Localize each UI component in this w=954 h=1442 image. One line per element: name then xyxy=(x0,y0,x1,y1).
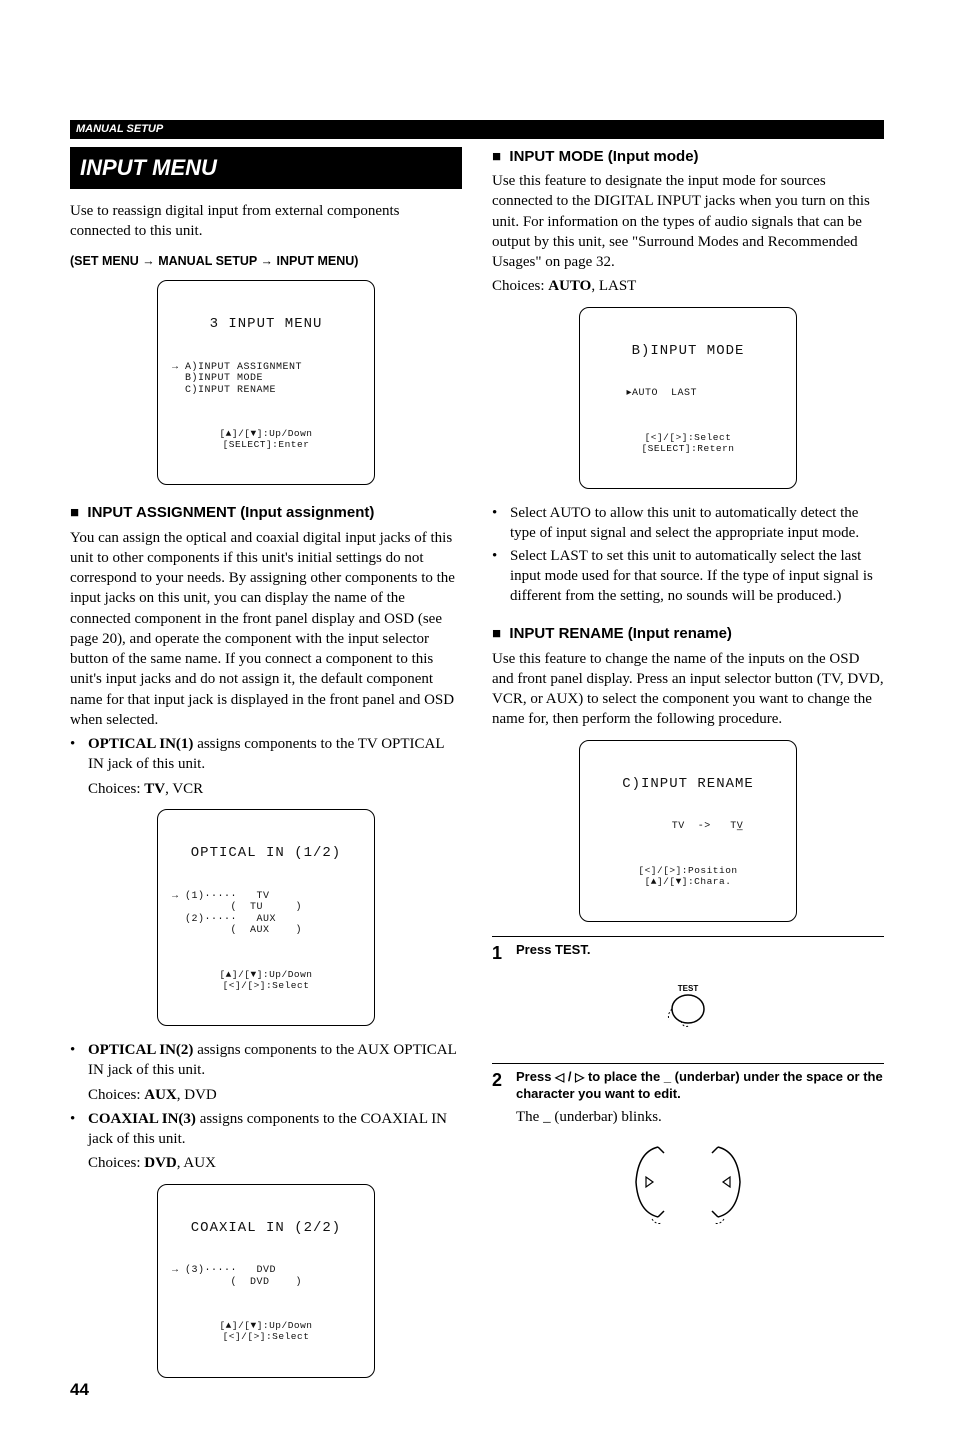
choices-label: Choices: xyxy=(88,1087,144,1103)
choices-optical2: Choices: AUX, DVD xyxy=(70,1085,462,1105)
lcd-body: → A)INPUT ASSIGNMENT B)INPUT MODE C)INPU… xyxy=(166,362,366,397)
square-bullet-icon: ■ xyxy=(492,148,509,165)
lcd-input-mode: B)INPUT MODE ▸AUTO LAST [<]/[>]:Select [… xyxy=(579,307,797,490)
lcd-body: → (3)····· DVD ( DVD ) xyxy=(166,1265,366,1288)
lcd-footer: [<]/[>]:Select [SELECT]:Retern xyxy=(588,433,788,455)
choices-label: Choices: xyxy=(88,1155,144,1171)
choices-bold: DVD xyxy=(144,1155,177,1171)
test-label-text: TEST xyxy=(492,984,884,995)
bullet-text: Select LAST to set this unit to automati… xyxy=(510,546,884,607)
lcd-input-menu: 3 INPUT MENU → A)INPUT ASSIGNMENT B)INPU… xyxy=(157,280,375,486)
bullet-optical1: • OPTICAL IN(1) assigns components to th… xyxy=(70,734,462,775)
lcd-title: 3 INPUT MENU xyxy=(166,316,366,332)
bullet-char: • xyxy=(70,1109,88,1150)
lcd-body: → (1)····· TV ( TU ) (2)····· AUX ( AUX … xyxy=(166,891,366,937)
bullet-auto: • Select AUTO to allow this unit to auto… xyxy=(492,503,884,544)
menu-path: (SET MENU → MANUAL SETUP → INPUT MENU) xyxy=(70,253,462,270)
bullet-text: OPTICAL IN(1) assigns components to the … xyxy=(88,734,462,775)
page-number: 44 xyxy=(70,1379,89,1402)
choices-rest: , LAST xyxy=(591,278,636,294)
intro-text: Use to reassign digital input from exter… xyxy=(70,201,462,242)
label-optical2: OPTICAL IN(2) xyxy=(88,1042,193,1058)
choices-label: Choices: xyxy=(88,781,144,797)
lcd-footer: [▲]/[▼]:Up/Down [<]/[>]:Select xyxy=(166,1321,366,1343)
choices-bold: AUX xyxy=(144,1087,177,1103)
step-instruction: Press TEST. xyxy=(516,941,884,959)
subheading-text: INPUT RENAME (Input rename) xyxy=(509,625,732,642)
label-optical1: OPTICAL IN(1) xyxy=(88,736,193,752)
step-1: 1 Press TEST. xyxy=(492,936,884,965)
subheading-text: INPUT ASSIGNMENT (Input assignment) xyxy=(87,504,374,521)
choices-label: Choices: xyxy=(492,278,548,294)
lcd-title: COAXIAL IN (2/2) xyxy=(166,1220,366,1236)
choices-rest: , AUX xyxy=(177,1155,216,1171)
subheading-input-rename: ■ INPUT RENAME (Input rename) xyxy=(492,624,884,644)
input-mode-body: Use this feature to designate the input … xyxy=(492,171,884,272)
choices-rest: , VCR xyxy=(165,781,203,797)
left-arrow-icon xyxy=(555,1069,564,1084)
choices-bold: TV xyxy=(144,781,165,797)
bullet-text: Select AUTO to allow this unit to automa… xyxy=(510,503,884,544)
choices-rest: , DVD xyxy=(177,1087,217,1103)
step-2: 2 Press / to place the _ (underbar) unde… xyxy=(492,1063,884,1127)
lcd-footer: [▲]/[▼]:Up/Down [SELECT]:Enter xyxy=(166,429,366,451)
input-rename-body: Use this feature to change the name of t… xyxy=(492,649,884,730)
lcd-title: B)INPUT MODE xyxy=(588,343,788,359)
bullet-text: COAXIAL IN(3) assigns components to the … xyxy=(88,1109,462,1150)
step-number: 2 xyxy=(492,1068,516,1127)
choices-mode: Choices: AUTO, LAST xyxy=(492,276,884,296)
right-column: ■ INPUT MODE (Input mode) Use this featu… xyxy=(492,139,884,1392)
arrow-buttons-icon xyxy=(492,1137,884,1233)
lcd-body: ▸AUTO LAST xyxy=(588,388,788,400)
lcd-footer: [▲]/[▼]:Up/Down [<]/[>]:Select xyxy=(166,970,366,992)
label-coaxial: COAXIAL IN(3) xyxy=(88,1111,196,1127)
left-column: INPUT MENU Use to reassign digital input… xyxy=(70,139,462,1392)
lcd-title: OPTICAL IN (1/2) xyxy=(166,845,366,861)
subheading-input-assignment: ■ INPUT ASSIGNMENT (Input assignment) xyxy=(70,503,462,523)
right-arrow-icon xyxy=(575,1069,584,1084)
choices-optical1: Choices: TV, VCR xyxy=(70,779,462,799)
page-title: INPUT MENU xyxy=(70,147,462,189)
section-header: MANUAL SETUP xyxy=(70,120,884,139)
step-number: 1 xyxy=(492,941,516,965)
lcd-footer: [<]/[>]:Position [▲]/[▼]:Chara. xyxy=(588,866,788,888)
square-bullet-icon: ■ xyxy=(70,504,87,521)
bullet-char: • xyxy=(70,1040,88,1081)
square-bullet-icon: ■ xyxy=(492,625,509,642)
input-assignment-body: You can assign the optical and coaxial d… xyxy=(70,528,462,731)
lcd-body: TV -> TV̲ xyxy=(588,821,788,833)
subheading-input-mode: ■ INPUT MODE (Input mode) xyxy=(492,147,884,167)
step-body: The _ (underbar) blinks. xyxy=(516,1107,884,1127)
choices-coaxial: Choices: DVD, AUX xyxy=(70,1153,462,1173)
subheading-text: INPUT MODE (Input mode) xyxy=(509,148,698,165)
choices-bold: AUTO xyxy=(548,278,591,294)
test-button-icon: TEST xyxy=(492,976,884,1045)
bullet-optical2: • OPTICAL IN(2) assigns components to th… xyxy=(70,1040,462,1081)
bullet-char: • xyxy=(70,734,88,775)
bullet-last: • Select LAST to set this unit to automa… xyxy=(492,546,884,607)
bullet-char: • xyxy=(492,503,510,544)
lcd-optical-in-1: OPTICAL IN (1/2) → (1)····· TV ( TU ) (2… xyxy=(157,809,375,1026)
lcd-title: C)INPUT RENAME xyxy=(588,776,788,792)
bullet-coaxial: • COAXIAL IN(3) assigns components to th… xyxy=(70,1109,462,1150)
step-instruction: Press / to place the _ (underbar) under … xyxy=(516,1068,884,1103)
lcd-input-rename: C)INPUT RENAME TV -> TV̲ [<]/[>]:Positio… xyxy=(579,740,797,923)
lcd-coaxial-in: COAXIAL IN (2/2) → (3)····· DVD ( DVD ) … xyxy=(157,1184,375,1378)
bullet-char: • xyxy=(492,546,510,607)
bullet-text: OPTICAL IN(2) assigns components to the … xyxy=(88,1040,462,1081)
